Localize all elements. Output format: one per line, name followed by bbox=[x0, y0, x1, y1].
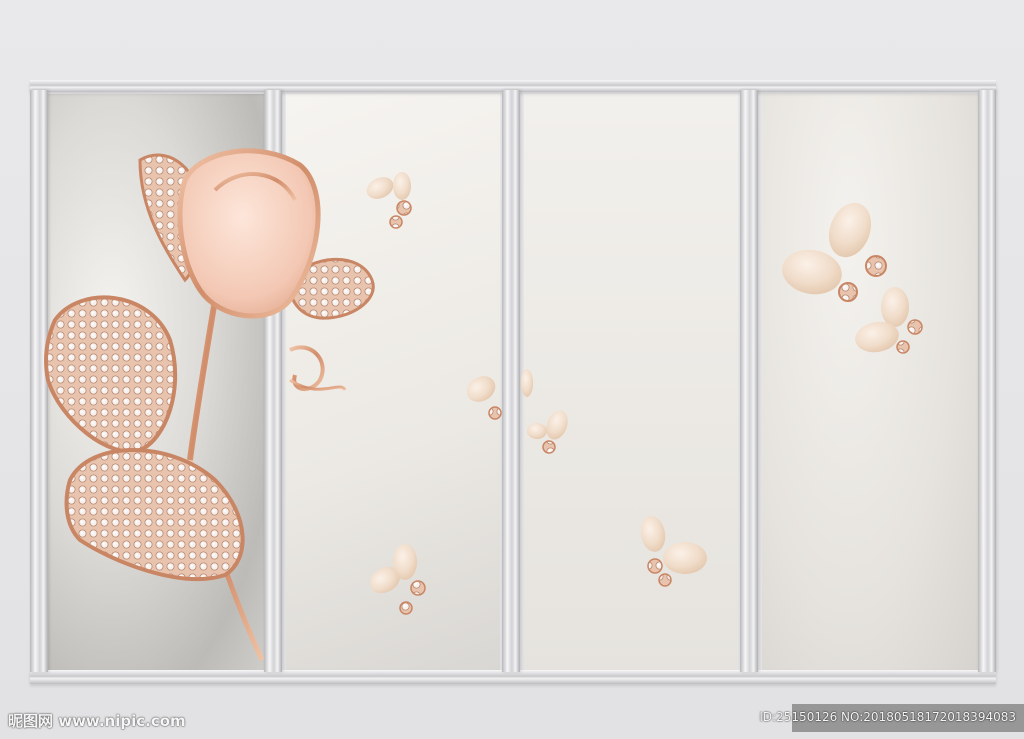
watermark-id: ID:25150126 NO:20180518172018394083 bbox=[759, 710, 1016, 724]
frame-post-1 bbox=[30, 90, 48, 672]
frame-post-5 bbox=[978, 90, 996, 672]
frame-post-2 bbox=[264, 90, 282, 672]
panel-3 bbox=[524, 94, 738, 670]
frame-bottom-rail bbox=[30, 670, 996, 684]
watermark-site: 昵图网 www.nipic.com bbox=[8, 712, 186, 730]
panel-2 bbox=[286, 94, 500, 670]
window-frame bbox=[30, 80, 996, 686]
panel-1 bbox=[46, 94, 264, 670]
frame-post-4 bbox=[740, 90, 758, 672]
frame-post-3 bbox=[502, 90, 520, 672]
panel-4 bbox=[762, 94, 978, 670]
